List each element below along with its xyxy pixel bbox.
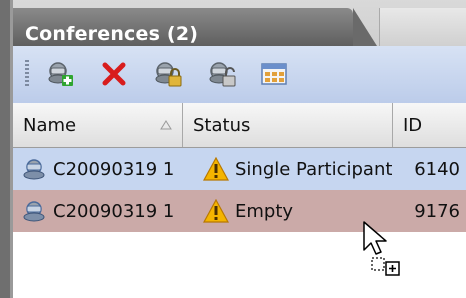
add-conference-button[interactable] (45, 59, 75, 89)
column-header-id-label: ID (403, 114, 423, 136)
conference-id: 9176 (414, 200, 460, 222)
table-row[interactable]: C20090319 1 Empty 9176 (13, 190, 466, 232)
title-tab[interactable]: Conferences (2) (13, 8, 377, 46)
id-cell: 9176 (408, 190, 466, 232)
unlock-conference-button[interactable] (207, 59, 237, 89)
column-header-status[interactable]: Status (183, 103, 393, 147)
add-conference-icon (48, 62, 73, 86)
warning-icon (203, 157, 229, 181)
unlock-conference-icon (209, 62, 236, 87)
conference-status: Single Participant (235, 158, 393, 180)
conference-status: Empty (235, 200, 294, 222)
conference-icon (23, 201, 45, 222)
status-cell: Empty (203, 190, 403, 232)
toolbar-grip[interactable] (25, 60, 29, 88)
name-cell: C20090319 1 (21, 190, 196, 232)
layout-grid-icon (261, 63, 287, 85)
title-bar-empty-area (379, 8, 466, 46)
window-edge (0, 0, 10, 298)
conference-icon (23, 159, 45, 180)
lock-conference-button[interactable] (153, 59, 183, 89)
status-cell: Single Participant (203, 148, 403, 190)
conferences-panel: Conferences (2) Name Status ID C20090319… (0, 0, 466, 298)
name-cell: C20090319 1 (21, 148, 196, 190)
toolbar (13, 46, 466, 104)
table-empty-area[interactable] (13, 232, 466, 298)
column-header-status-label: Status (193, 114, 251, 136)
column-header-id[interactable]: ID (393, 103, 466, 147)
delete-icon (102, 62, 126, 86)
sort-ascending-icon (160, 120, 172, 130)
column-header-name[interactable]: Name (13, 103, 183, 147)
panel-title-bar: Conferences (2) (13, 0, 466, 46)
lock-conference-icon (155, 62, 182, 87)
delete-conference-button[interactable] (99, 59, 129, 89)
conference-name: C20090319 1 (53, 200, 175, 222)
conference-name: C20090319 1 (53, 158, 175, 180)
table-header: Name Status ID (13, 103, 466, 148)
column-header-name-label: Name (23, 114, 77, 136)
conference-id: 6140 (414, 158, 460, 180)
table-row[interactable]: C20090319 1 Single Participant 6140 (13, 148, 466, 190)
warning-icon (203, 199, 229, 223)
layout-button[interactable] (259, 59, 289, 89)
panel-title: Conferences (2) (25, 23, 199, 45)
id-cell: 6140 (408, 148, 466, 190)
